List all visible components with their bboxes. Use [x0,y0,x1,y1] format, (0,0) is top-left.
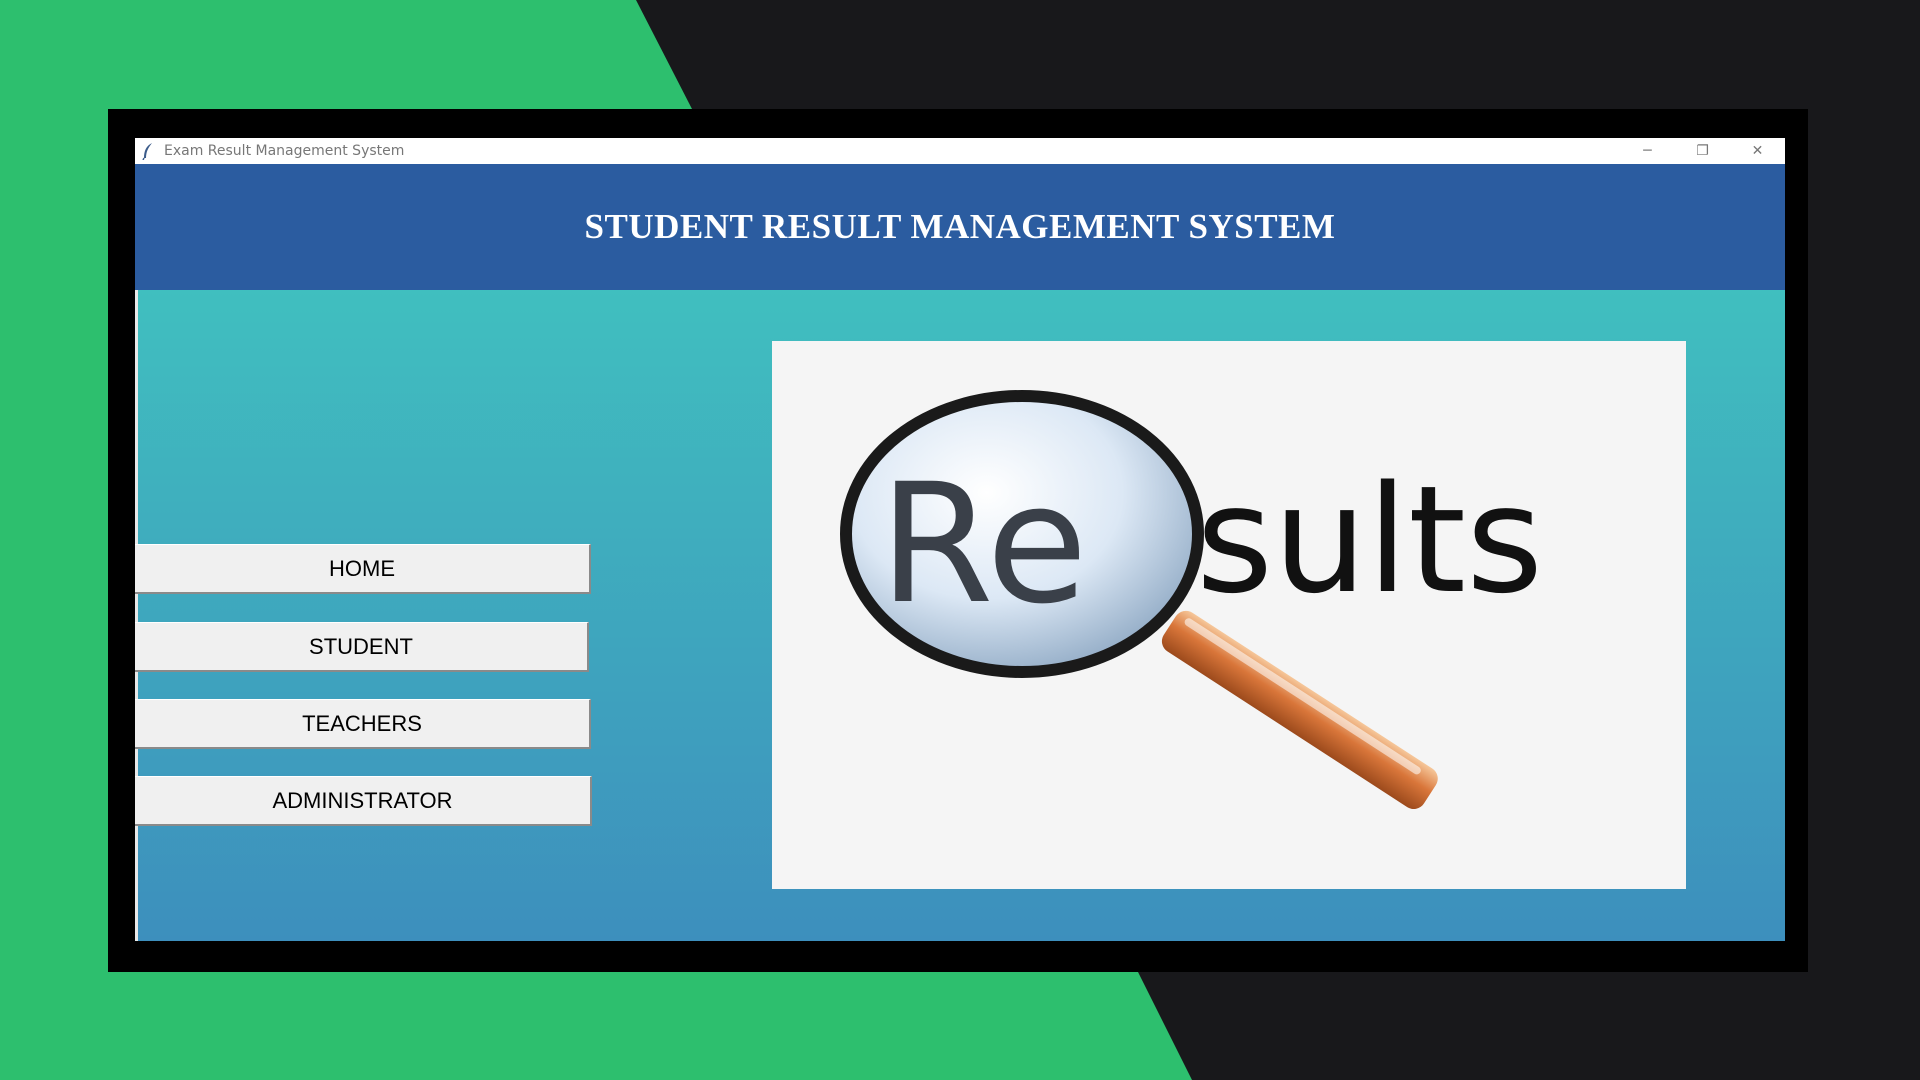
close-button[interactable]: ✕ [1730,138,1785,164]
feather-icon [142,142,154,160]
home-button[interactable]: HOME [135,544,591,594]
left-border [135,290,138,941]
teachers-button[interactable]: TEACHERS [135,699,591,749]
minimize-button[interactable]: ─ [1620,138,1675,164]
student-button[interactable]: STUDENT [135,622,589,672]
window-title: Exam Result Management System [164,143,405,159]
results-text-magnified: Re [879,448,1088,640]
results-text: sults [1196,454,1543,626]
main-content: HOME STUDENT TEACHERS ADMINISTRATOR Re s… [135,290,1785,941]
titlebar: Exam Result Management System ─ ❐ ✕ [135,138,1785,164]
page-title: STUDENT RESULT MANAGEMENT SYSTEM [584,207,1336,246]
administrator-button[interactable]: ADMINISTRATOR [135,776,592,826]
app-window: Exam Result Management System ─ ❐ ✕ STUD… [135,138,1785,941]
background-green-shape-left [0,109,108,972]
window-controls: ─ ❐ ✕ [1620,138,1785,164]
results-magnifier-graphic: Re sults [840,390,1543,810]
restore-button[interactable]: ❐ [1675,138,1730,164]
header-banner: STUDENT RESULT MANAGEMENT SYSTEM [135,164,1785,290]
results-image: Re sults [772,341,1686,889]
